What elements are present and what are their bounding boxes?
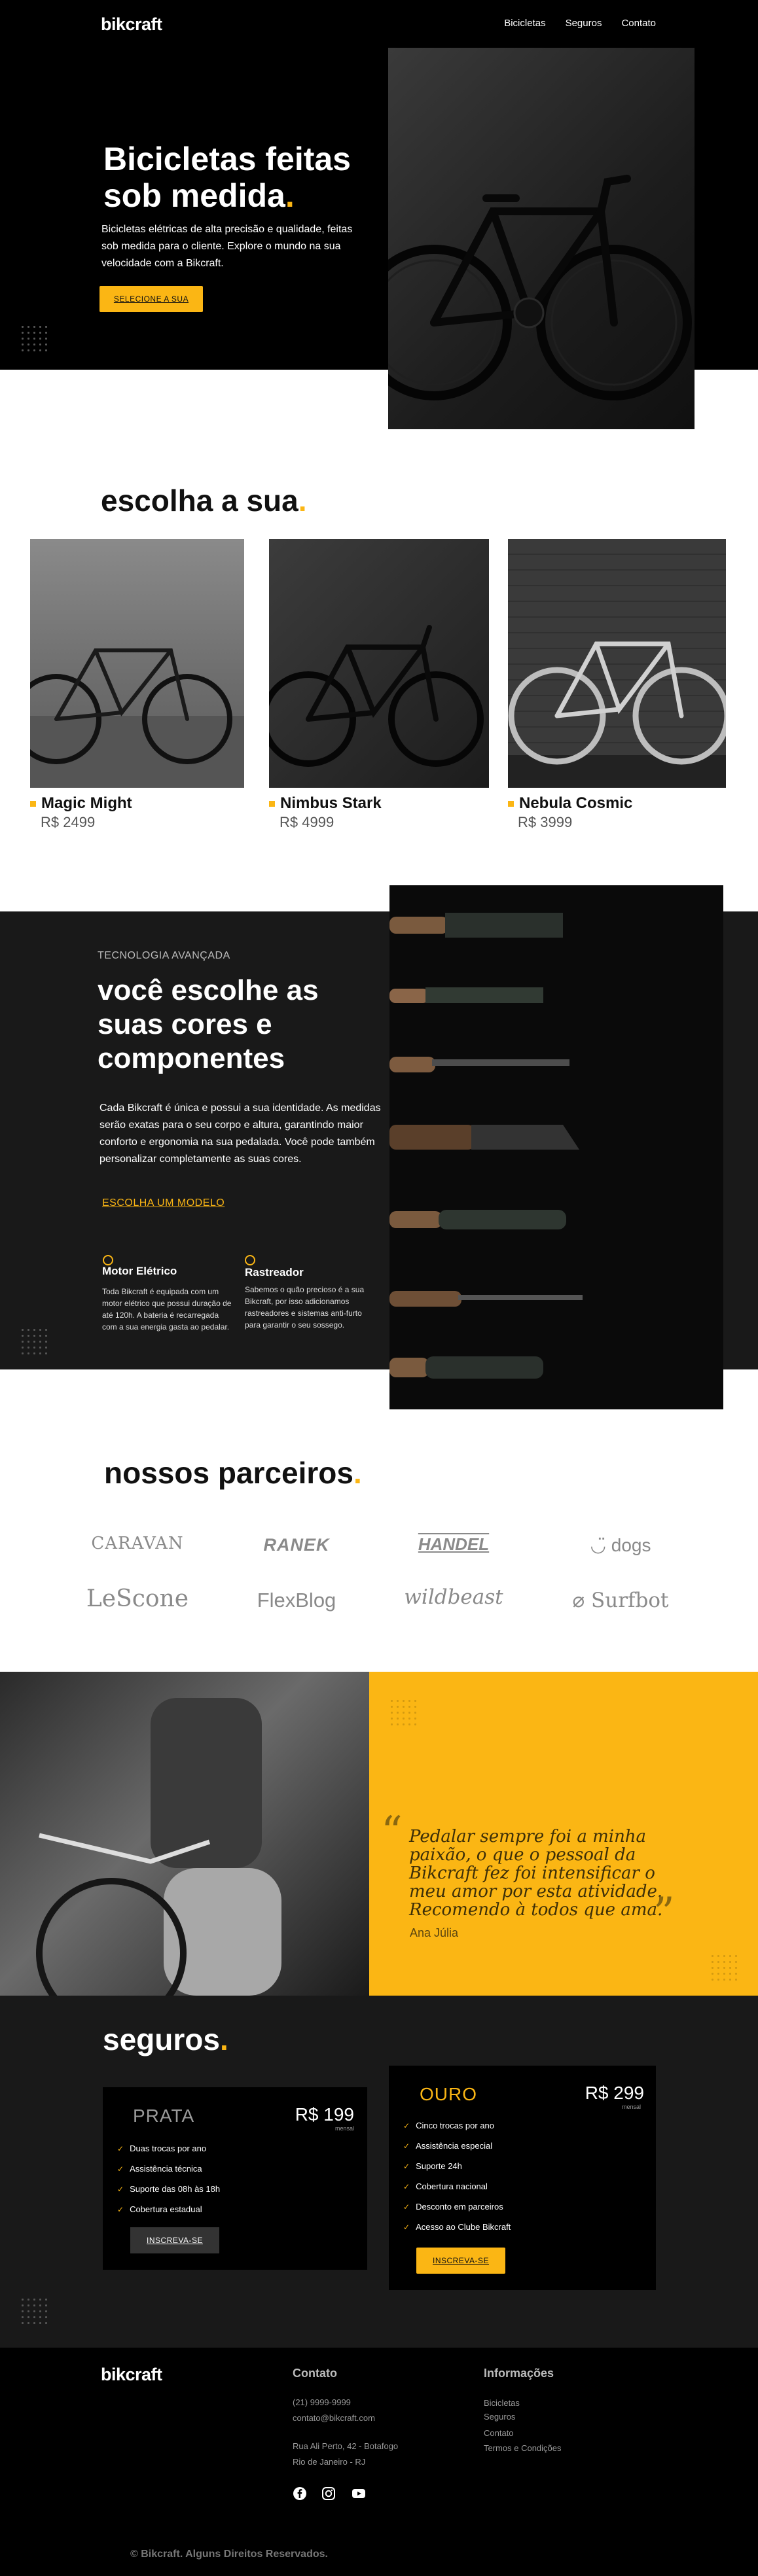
footer-contact-title: Contato <box>293 2367 337 2380</box>
partner-logo-ranek[interactable]: RANEK <box>231 1535 362 1555</box>
plan-feature: ✓ Desconto em parceiros <box>403 2202 503 2212</box>
technology-title: você escolhe as suas cores e componentes <box>98 974 319 1074</box>
choose-model-link[interactable]: Escolha um modelo <box>102 1197 225 1209</box>
main-nav: Bicicletas Seguros Contato <box>504 18 656 29</box>
product-name-magic-might[interactable]: Magic Might <box>30 794 132 813</box>
plan-feature: ✓ Cobertura estadual <box>117 2204 202 2214</box>
plan-card-ouro: OURO R$ 299 mensal ✓ Cinco trocas por ano… <box>389 2066 656 2290</box>
insurance-title: seguros. <box>103 2022 228 2056</box>
plan-feature: ✓ Assistência técnica <box>117 2164 202 2174</box>
footer-city: Rio de Janeiro - RJ <box>293 2457 366 2467</box>
youtube-icon[interactable] <box>352 2486 366 2501</box>
testimonial-author: Ana Júlia <box>410 1926 459 1939</box>
plan-feature: ✓ Cinco trocas por ano <box>403 2121 495 2130</box>
product-name-nimbus-stark[interactable]: Nimbus Stark <box>269 794 382 813</box>
testimonial-quote: Pedalar sempre foi a minha paixão, o que… <box>409 1827 663 1920</box>
partner-logo-surfbot[interactable]: ⌀ Surfbot <box>555 1589 686 1612</box>
product-price: R$ 4999 <box>280 814 334 830</box>
dog-icon: ◡̈ <box>590 1535 611 1555</box>
feature-description: Toda Bikcraft é equipada com um motor el… <box>102 1287 232 1332</box>
instagram-icon[interactable] <box>321 2486 336 2501</box>
decorative-dots <box>20 1327 48 1356</box>
plan-period: mensal <box>334 2125 354 2132</box>
plan-card-prata: PRATA R$ 199 mensal ✓ Duas trocas por ano… <box>103 2087 367 2270</box>
check-icon: ✓ <box>403 2222 410 2232</box>
check-icon: ✓ <box>403 2121 410 2130</box>
nav-contato[interactable]: Contato <box>621 18 656 29</box>
technology-description: Cada Bikcraft é única e possui a sua ide… <box>99 1103 381 1165</box>
products-title: escolha a sua. <box>101 484 307 518</box>
product-image-nebula-cosmic[interactable] <box>508 539 726 788</box>
decorative-dots <box>20 2297 48 2325</box>
footer-info-title: Informações <box>484 2367 554 2380</box>
surfboard-icon: ⌀ <box>572 1589 592 1612</box>
quote-close-icon: ” <box>653 1889 675 1937</box>
logo[interactable]: bikcraft <box>101 14 162 35</box>
tracker-icon <box>245 1255 255 1265</box>
footer-link-bicicletas[interactable]: Bicicletas <box>484 2398 520 2408</box>
hero-description: Bicicletas elétricas de alta precisão e … <box>101 224 353 269</box>
check-icon: ✓ <box>403 2202 410 2212</box>
feature-title: Rastreador <box>245 1266 304 1279</box>
footer-email[interactable]: contato@bikcraft.com <box>293 2413 375 2423</box>
technology-eyebrow: Tecnologia Avançada <box>98 950 230 961</box>
check-icon: ✓ <box>117 2164 124 2174</box>
plan-feature: ✓ Cobertura nacional <box>403 2181 488 2191</box>
plan-price: R$ 199 <box>295 2104 354 2125</box>
testimonial-photo <box>0 1672 369 1996</box>
plan-feature: ✓ Suporte das 08h às 18h <box>117 2184 221 2194</box>
copyright: © Bikcraft. Alguns Direitos Reservados. <box>130 2549 328 2560</box>
check-icon: ✓ <box>403 2141 410 2151</box>
product-name-nebula-cosmic[interactable]: Nebula Cosmic <box>508 794 632 813</box>
plan-name: PRATA <box>133 2106 195 2126</box>
plan-price: R$ 299 <box>585 2083 644 2103</box>
plan-feature: ✓ Assistência especial <box>403 2141 493 2151</box>
plan-features: ✓ Duas trocas por ano ✓ Assistência técnic… <box>117 2138 220 2219</box>
tools-image <box>389 885 723 1409</box>
feature-title: Motor Elétrico <box>102 1265 177 1277</box>
plan-feature: ✓ Acesso ao Clube Bikcraft <box>403 2222 511 2232</box>
plan-feature: ✓ Duas trocas por ano <box>117 2144 207 2153</box>
plan-name: OURO <box>420 2084 477 2104</box>
quote-open-icon: “ <box>381 1808 403 1856</box>
subscribe-button-ouro[interactable]: Inscreva-se <box>416 2248 505 2274</box>
hero-bike-image <box>388 48 695 429</box>
product-price: R$ 3999 <box>518 814 573 830</box>
footer-address: Rua Ali Perto, 42 - Botafogo <box>293 2441 399 2451</box>
footer-logo[interactable]: bikcraft <box>101 2365 162 2385</box>
nav-seguros[interactable]: Seguros <box>566 18 602 29</box>
partners-title: nossos parceiros. <box>104 1456 362 1490</box>
check-icon: ✓ <box>117 2184 124 2194</box>
nav-bicicletas[interactable]: Bicicletas <box>504 18 545 29</box>
select-bike-button[interactable]: Selecione a sua <box>99 286 203 312</box>
motor-icon <box>103 1255 113 1265</box>
product-price: R$ 2499 <box>41 814 96 830</box>
subscribe-button-prata[interactable]: Inscreva-se <box>130 2227 219 2253</box>
partner-logo-dogs[interactable]: ◡̈ dogs <box>555 1534 686 1556</box>
partner-logo-handel[interactable]: HANDEL <box>388 1534 519 1555</box>
partner-logo-caravan[interactable]: CARAVAN <box>72 1534 203 1553</box>
footer-link-seguros[interactable]: Seguros <box>484 2412 515 2422</box>
footer-link-termos[interactable]: Termos e Condições <box>484 2443 562 2453</box>
plan-period: mensal <box>621 2104 641 2110</box>
check-icon: ✓ <box>117 2144 124 2153</box>
check-icon: ✓ <box>117 2204 124 2214</box>
partner-logo-lescone[interactable]: LeScone <box>72 1585 203 1612</box>
partner-logo-flexblog[interactable]: FlexBlog <box>231 1589 362 1612</box>
facebook-icon[interactable] <box>293 2486 307 2501</box>
check-icon: ✓ <box>403 2181 410 2191</box>
product-image-magic-might[interactable] <box>30 539 244 788</box>
check-icon: ✓ <box>403 2161 410 2171</box>
product-image-nimbus-stark[interactable] <box>269 539 489 788</box>
footer-phone[interactable]: (21) 9999-9999 <box>293 2397 351 2407</box>
hero-title: Bicicletas feitas sob medida. <box>103 141 351 214</box>
partner-logo-wildbeast[interactable]: wildbeast <box>388 1585 519 1609</box>
plan-features: ✓ Cinco trocas por ano ✓ Assistência espec… <box>403 2115 511 2237</box>
feature-description: Sabemos o quão precioso é a sua Bikcraft… <box>245 1285 365 1330</box>
footer-link-contato[interactable]: Contato <box>484 2428 514 2438</box>
plan-feature: ✓ Suporte 24h <box>403 2161 462 2171</box>
decorative-dots <box>20 324 48 353</box>
